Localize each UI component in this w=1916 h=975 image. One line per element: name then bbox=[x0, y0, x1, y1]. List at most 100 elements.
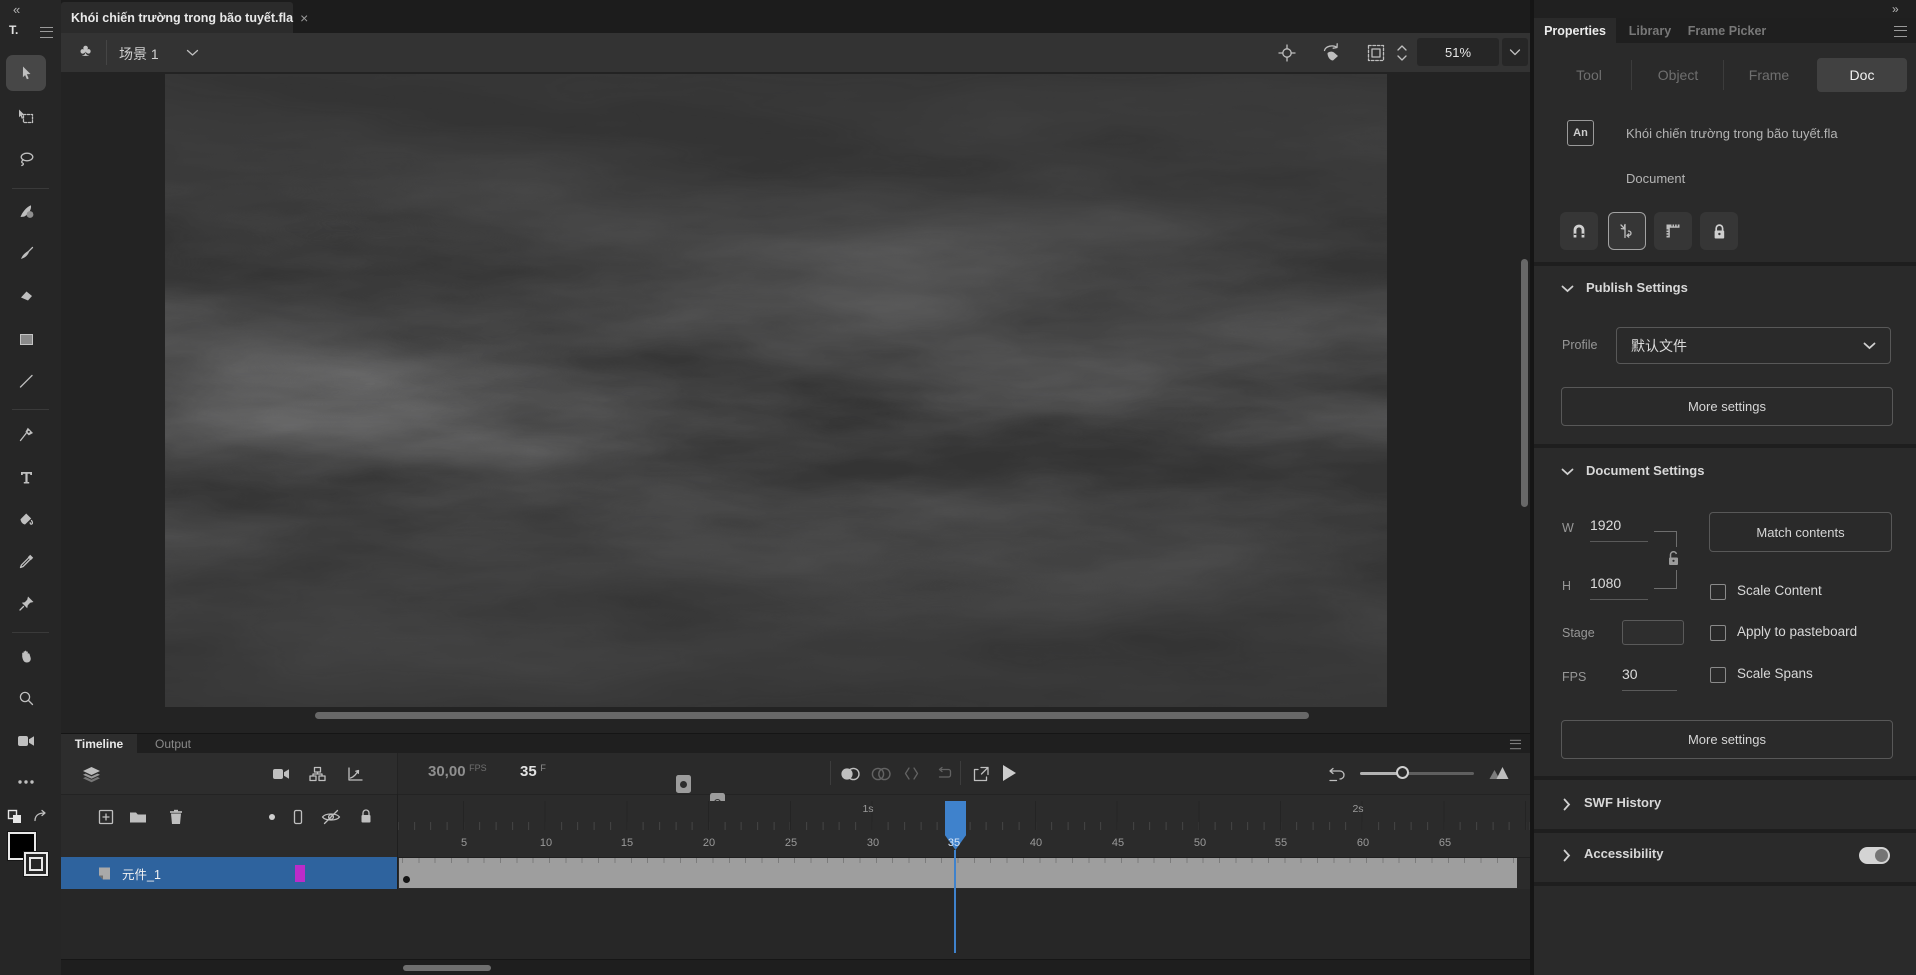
layer-tint-swatch[interactable] bbox=[295, 865, 305, 882]
symbol-clover-icon[interactable]: ♣ bbox=[80, 41, 91, 61]
fps-display[interactable]: 30,00 FPS bbox=[428, 763, 487, 780]
classic-brush-tool[interactable] bbox=[6, 235, 46, 271]
more-tools-icon[interactable] bbox=[6, 764, 46, 800]
document-settings-chevron-icon[interactable] bbox=[1561, 468, 1574, 476]
delete-layer-icon[interactable] bbox=[168, 808, 183, 825]
rectangle-tool[interactable] bbox=[6, 321, 46, 357]
layer-depth-icon[interactable] bbox=[81, 765, 101, 783]
timeline-empty-area[interactable] bbox=[61, 889, 1530, 959]
document-settings-title[interactable]: Document Settings bbox=[1586, 463, 1704, 478]
export-icon[interactable] bbox=[971, 765, 989, 782]
scale-spans-checkbox[interactable] bbox=[1710, 667, 1726, 683]
stage-color-swatch[interactable] bbox=[1622, 620, 1684, 645]
timeline-panel-menu-icon[interactable] bbox=[1510, 740, 1521, 749]
zoom-stepper[interactable] bbox=[1395, 42, 1409, 64]
accessibility-title[interactable]: Accessibility bbox=[1584, 846, 1664, 861]
add-layer-icon[interactable] bbox=[97, 808, 114, 825]
outline-column-icon[interactable] bbox=[292, 808, 303, 825]
subtab-frame[interactable]: Frame bbox=[1734, 58, 1804, 92]
swf-history-chevron-icon[interactable] bbox=[1563, 798, 1571, 811]
timeline-zoom-slider[interactable] bbox=[1360, 772, 1474, 775]
eraser-tool[interactable] bbox=[6, 278, 46, 314]
lock-column-icon[interactable] bbox=[358, 807, 373, 824]
tab-frame-picker[interactable]: Frame Picker bbox=[1682, 18, 1772, 43]
rotation-tool-icon[interactable] bbox=[1320, 42, 1344, 64]
eyedropper-tool[interactable] bbox=[6, 543, 46, 579]
publish-settings-chevron-icon[interactable] bbox=[1561, 285, 1574, 293]
subtab-object[interactable]: Object bbox=[1642, 58, 1714, 92]
free-transform-tool[interactable] bbox=[6, 98, 46, 134]
loop-icon[interactable] bbox=[935, 765, 952, 780]
tab-properties[interactable]: Properties bbox=[1534, 18, 1616, 43]
height-field[interactable]: 1080 bbox=[1590, 575, 1648, 600]
current-frame-display[interactable]: 35 F bbox=[520, 763, 546, 780]
swap-colors-arrow-icon[interactable] bbox=[32, 808, 48, 824]
layer-parenting-icon[interactable] bbox=[308, 765, 326, 782]
swf-history-title[interactable]: SWF History bbox=[1584, 795, 1661, 810]
line-tool[interactable] bbox=[6, 363, 46, 399]
layer-row[interactable]: 元件_1 bbox=[61, 857, 397, 889]
center-stage-icon[interactable] bbox=[1276, 42, 1298, 64]
collapse-panel-icon[interactable]: « bbox=[13, 2, 20, 17]
close-tab-icon[interactable]: × bbox=[300, 10, 308, 26]
tab-output[interactable]: Output bbox=[141, 734, 205, 753]
scene-dropdown-icon[interactable] bbox=[186, 49, 199, 57]
pasteboard[interactable] bbox=[61, 72, 1530, 733]
tab-timeline[interactable]: Timeline bbox=[61, 734, 137, 753]
frame-view-icon[interactable] bbox=[1487, 765, 1512, 781]
snap-align-button[interactable] bbox=[1608, 212, 1646, 250]
properties-panel-menu-icon[interactable] bbox=[1894, 26, 1907, 37]
document-tab[interactable]: Khói chiến trường trong bão tuyết.fla × bbox=[61, 2, 293, 33]
lasso-tool[interactable] bbox=[6, 141, 46, 177]
slider-thumb[interactable] bbox=[1396, 766, 1409, 779]
fluid-brush-tool[interactable] bbox=[6, 193, 46, 229]
expand-panel-icon[interactable]: » bbox=[1892, 2, 1899, 16]
tab-library[interactable]: Library bbox=[1620, 18, 1680, 43]
stage-vscrollbar[interactable] bbox=[1521, 259, 1528, 507]
zoom-tool[interactable] bbox=[6, 680, 46, 716]
snap-magnet-button[interactable] bbox=[1560, 212, 1598, 250]
edit-multiple-frames-icon[interactable] bbox=[903, 765, 919, 781]
profile-dropdown[interactable]: 默认文件 bbox=[1616, 327, 1891, 364]
publish-settings-title[interactable]: Publish Settings bbox=[1586, 280, 1688, 295]
accessibility-chevron-icon[interactable] bbox=[1563, 849, 1571, 862]
paint-bucket-tool[interactable] bbox=[6, 501, 46, 537]
hand-tool[interactable] bbox=[6, 638, 46, 674]
play-button[interactable] bbox=[1003, 765, 1016, 781]
rulers-button[interactable] bbox=[1654, 212, 1692, 250]
text-tool[interactable] bbox=[6, 459, 46, 495]
scale-content-checkbox[interactable] bbox=[1710, 584, 1726, 600]
publish-more-settings-button[interactable]: More settings bbox=[1561, 387, 1893, 426]
hide-eye-icon[interactable] bbox=[320, 808, 341, 825]
stage-hscrollbar[interactable] bbox=[315, 712, 1309, 719]
camera-tool[interactable] bbox=[6, 723, 46, 759]
lock-guides-button[interactable] bbox=[1700, 212, 1738, 250]
unlocked-link-icon[interactable] bbox=[1665, 547, 1682, 570]
timeline-hscrollbar[interactable] bbox=[403, 965, 491, 971]
subtab-tool[interactable]: Tool bbox=[1558, 58, 1620, 92]
match-contents-button[interactable]: Match contents bbox=[1709, 512, 1892, 552]
graph-editor-icon[interactable] bbox=[346, 765, 364, 782]
width-field[interactable]: 1920 bbox=[1590, 517, 1648, 542]
fps-field[interactable]: 30 bbox=[1622, 666, 1677, 691]
selection-tool[interactable] bbox=[6, 55, 46, 91]
stage-canvas[interactable] bbox=[165, 74, 1387, 707]
highlight-dot-icon[interactable] bbox=[269, 814, 275, 820]
scene-name[interactable]: 场景 1 bbox=[119, 44, 159, 64]
zoom-dropdown-button[interactable] bbox=[1502, 38, 1528, 66]
subtab-doc[interactable]: Doc bbox=[1817, 58, 1907, 92]
add-folder-icon[interactable] bbox=[128, 809, 147, 824]
accessibility-toggle[interactable] bbox=[1859, 847, 1890, 864]
stroke-color-swatch[interactable] bbox=[24, 852, 48, 876]
onion-skin-icon[interactable] bbox=[839, 766, 861, 781]
layer-frame-span[interactable] bbox=[399, 858, 1517, 888]
clip-content-icon[interactable] bbox=[1365, 42, 1387, 64]
pen-tool[interactable] bbox=[6, 416, 46, 452]
tools-panel-menu-icon[interactable] bbox=[40, 27, 53, 38]
document-more-settings-button[interactable]: More settings bbox=[1561, 720, 1893, 759]
insert-keyframe-icon[interactable] bbox=[676, 775, 691, 793]
reset-timeline-zoom-icon[interactable] bbox=[1327, 765, 1350, 782]
onion-skin-outlines-icon[interactable] bbox=[870, 766, 892, 781]
camera-icon[interactable] bbox=[271, 766, 291, 781]
swap-colors-squares-icon[interactable] bbox=[6, 808, 24, 826]
